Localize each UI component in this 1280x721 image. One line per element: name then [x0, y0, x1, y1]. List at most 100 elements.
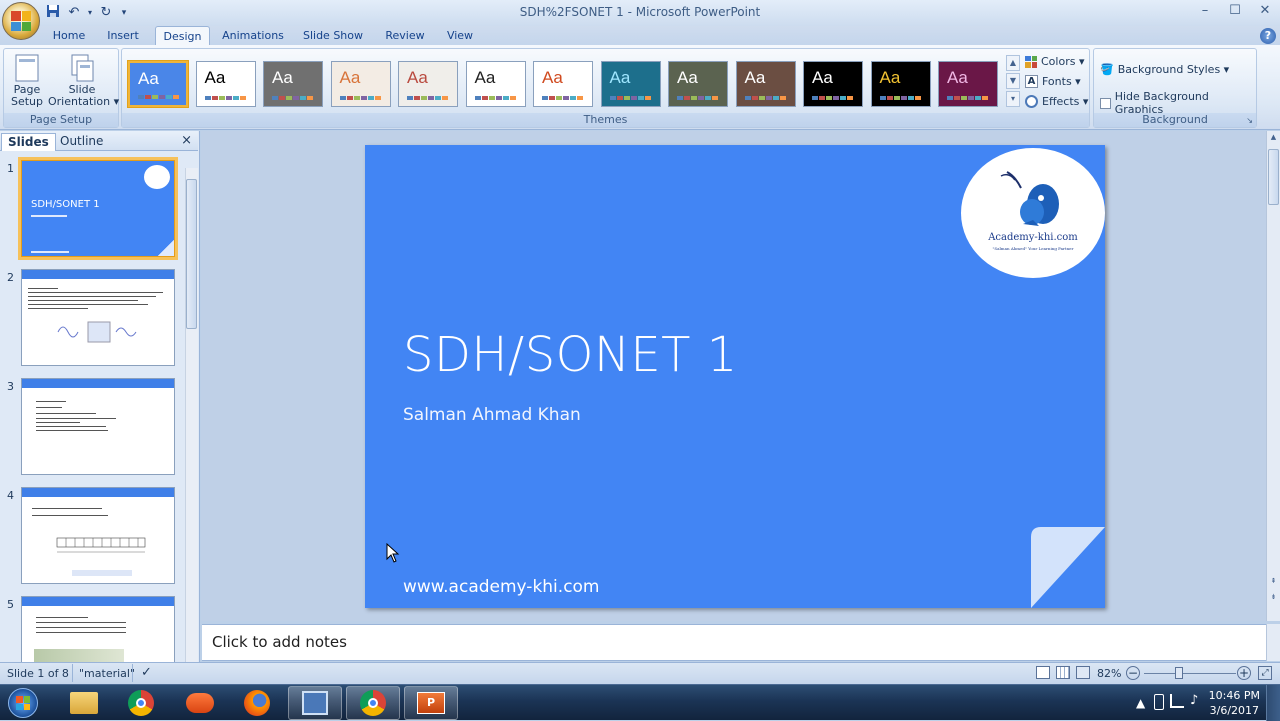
window-controls: – ☐ ✕: [1190, 0, 1280, 22]
taskbar-powerpoint[interactable]: P: [404, 686, 458, 720]
help-icon[interactable]: ?: [1260, 28, 1276, 44]
theme-color-swatches: [407, 96, 448, 100]
slide-url[interactable]: www.academy-khi.com: [403, 577, 600, 597]
battery-icon[interactable]: [1154, 694, 1164, 710]
taskbar-app[interactable]: [173, 686, 227, 720]
fonts-button[interactable]: A Fonts ▾: [1025, 75, 1081, 88]
slide-thumb-3[interactable]: [21, 378, 175, 475]
theme-thumbnail[interactable]: Aa: [735, 61, 796, 107]
theme-thumbnail[interactable]: Aa: [870, 61, 931, 107]
show-desktop-button[interactable]: [1266, 685, 1280, 721]
maximize-icon[interactable]: ☐: [1220, 0, 1250, 22]
theme-thumbnail[interactable]: Aa: [263, 61, 323, 107]
thumb-number: 4: [7, 489, 14, 502]
theme-thumbnail[interactable]: Aa: [600, 61, 661, 107]
thumb-number: 1: [7, 162, 14, 175]
theme-sample-text: Aa: [542, 68, 563, 87]
volume-icon[interactable]: ♪: [1190, 693, 1198, 708]
gallery-more-icon[interactable]: ▾: [1006, 91, 1020, 107]
zoom-slider-thumb[interactable]: [1175, 667, 1183, 679]
notes-placeholder[interactable]: Click to add notes: [212, 633, 347, 651]
academy-logo: Academy-khi.com "Salman Ahmed" Your Lear…: [961, 148, 1105, 278]
slide-show-view-icon[interactable]: [1076, 666, 1090, 679]
taskbar-chrome-2[interactable]: [346, 686, 400, 720]
office-button[interactable]: [2, 2, 40, 40]
theme-thumbnail[interactable]: Aa: [398, 61, 458, 107]
normal-view-icon[interactable]: [1036, 666, 1050, 679]
undo-dropdown-icon[interactable]: ▾: [86, 4, 94, 22]
undo-icon[interactable]: ↶: [65, 4, 83, 22]
theme-thumbnail[interactable]: Aa: [330, 61, 391, 107]
themes-group: Aa Aa Aa Aa Aa Aa Aa Aa Aa Aa Aa Aa Aa ▲ ▼ ▾ Colors …: [121, 48, 1090, 128]
theme-color-swatches: [138, 95, 179, 99]
notes-pane[interactable]: Click to add notes: [202, 624, 1266, 661]
taskbar-firefox[interactable]: [230, 686, 284, 720]
tab-outline[interactable]: Outline: [54, 133, 109, 151]
background-styles-button[interactable]: 🪣 Background Styles ▾: [1100, 63, 1229, 76]
clock[interactable]: 10:46 PM 3/6/2017: [1209, 688, 1260, 718]
slide-thumb-1[interactable]: SDH/SONET 1: [21, 160, 175, 257]
scroll-up-icon[interactable]: ▲: [1268, 133, 1279, 145]
tab-view[interactable]: View: [440, 26, 480, 46]
slide-thumb-2[interactable]: [21, 269, 175, 366]
fit-window-icon[interactable]: ⤢: [1258, 666, 1272, 680]
zoom-slider[interactable]: [1144, 673, 1236, 674]
editor-scrollbar[interactable]: ▲ ⇞ ⇟: [1266, 131, 1280, 621]
theme-thumbnail[interactable]: Aa: [127, 60, 189, 108]
tab-insert[interactable]: Insert: [101, 26, 145, 46]
office-logo-icon: [11, 11, 31, 31]
prev-slide-icon[interactable]: ⇞: [1268, 577, 1279, 589]
theme-thumbnail[interactable]: Aa: [938, 61, 998, 107]
page-setup-label: Page Setup: [10, 83, 44, 108]
tab-slides[interactable]: Slides: [1, 133, 56, 151]
taskbar-chrome[interactable]: [114, 686, 168, 720]
thumb-number: 3: [7, 380, 14, 393]
hide-graphics-checkbox[interactable]: [1100, 97, 1111, 109]
status-bar: Slide 1 of 8 "material" ✓ 82% − + ⤢: [0, 662, 1280, 684]
zoom-level[interactable]: 82%: [1097, 667, 1121, 680]
tab-slide-show[interactable]: Slide Show: [298, 26, 368, 46]
customize-qat-icon[interactable]: ▾: [118, 4, 130, 22]
spell-check-icon[interactable]: ✓: [141, 665, 152, 680]
slide-subtitle[interactable]: Salman Ahmad Khan: [403, 405, 581, 425]
gallery-down-icon[interactable]: ▼: [1006, 73, 1020, 89]
tray-up-icon[interactable]: ▲: [1136, 696, 1145, 710]
gallery-up-icon[interactable]: ▲: [1006, 55, 1020, 71]
network-icon[interactable]: [1170, 694, 1184, 708]
slide-thumb-4[interactable]: [21, 487, 175, 584]
colors-button[interactable]: Colors ▾: [1025, 55, 1084, 68]
next-slide-icon[interactable]: ⇟: [1268, 593, 1279, 605]
theme-sample-text: Aa: [744, 68, 766, 87]
slide-thumb-5[interactable]: [21, 596, 175, 663]
tab-home[interactable]: Home: [49, 26, 89, 46]
tab-animations[interactable]: Animations: [220, 26, 286, 46]
close-icon[interactable]: ✕: [1250, 0, 1280, 22]
tab-design[interactable]: Design: [155, 26, 210, 46]
redo-icon[interactable]: ↻: [97, 4, 115, 22]
theme-thumbnail[interactable]: Aa: [668, 61, 728, 107]
slide-sorter-icon[interactable]: [1056, 666, 1070, 679]
taskbar-explorer[interactable]: [57, 686, 111, 720]
close-panel-icon[interactable]: ×: [181, 133, 192, 148]
page-setup-button[interactable]: Page Setup: [7, 53, 47, 108]
editor-scrollbar-thumb[interactable]: [1268, 149, 1279, 205]
current-slide[interactable]: Academy-khi.com "Salman Ahmed" Your Lear…: [365, 145, 1105, 608]
panel-scrollbar-thumb[interactable]: [186, 179, 197, 329]
zoom-in-icon[interactable]: +: [1237, 666, 1251, 680]
effects-button[interactable]: Effects ▾: [1025, 95, 1088, 108]
page-curl-decoration: [1031, 527, 1105, 608]
minimize-icon[interactable]: –: [1190, 0, 1220, 22]
slide-title[interactable]: SDH/SONET 1: [403, 327, 738, 383]
taskbar-video[interactable]: [288, 686, 342, 720]
notes-scrollbar[interactable]: [1266, 624, 1280, 661]
save-icon[interactable]: [44, 4, 62, 22]
theme-thumbnail[interactable]: Aa: [533, 61, 593, 107]
tab-review[interactable]: Review: [380, 26, 430, 46]
theme-thumbnail[interactable]: Aa: [465, 61, 526, 107]
theme-thumbnail[interactable]: Aa: [803, 61, 863, 107]
dialog-launcher-icon[interactable]: ↘: [1246, 116, 1253, 125]
start-button[interactable]: [0, 686, 46, 720]
theme-thumbnail[interactable]: Aa: [195, 61, 256, 107]
slide-orientation-button[interactable]: Slide Orientation ▾: [48, 53, 119, 108]
zoom-out-icon[interactable]: −: [1126, 666, 1140, 680]
